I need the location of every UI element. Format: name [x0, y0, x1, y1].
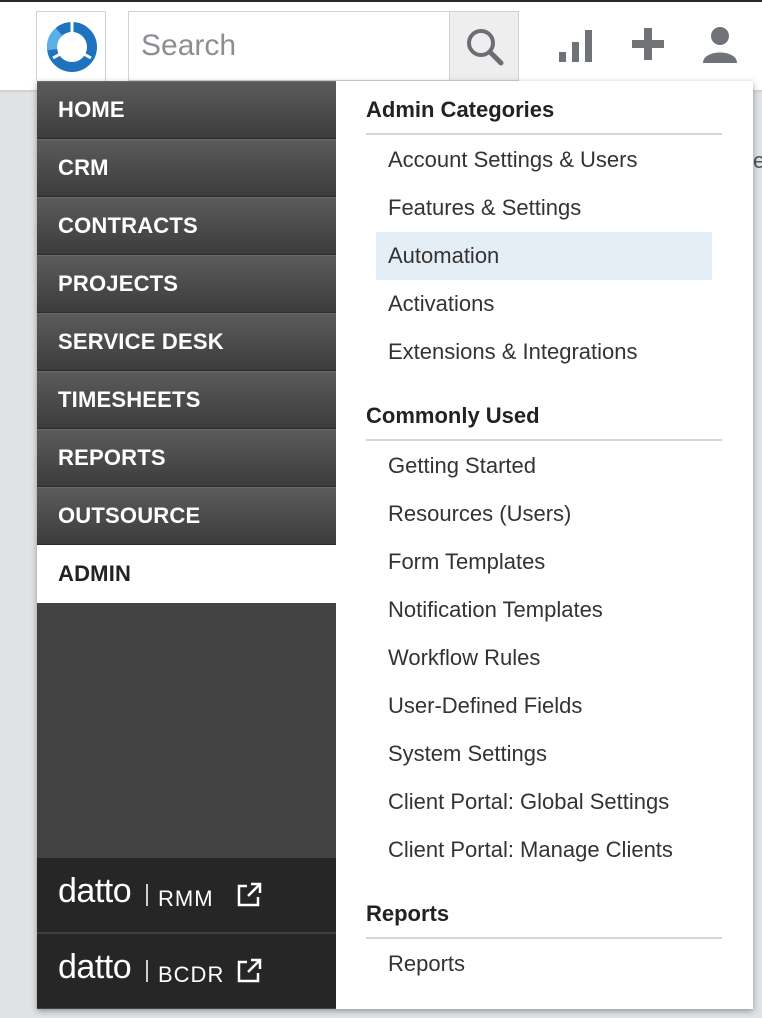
app-logo-button[interactable] — [36, 11, 106, 81]
admin-link-client-portal-manage[interactable]: Client Portal: Manage Clients — [376, 826, 712, 874]
divider — [146, 884, 148, 906]
search-button[interactable] — [449, 11, 519, 81]
nav-item-reports[interactable]: REPORTS — [37, 429, 336, 487]
divider — [146, 960, 148, 982]
nav-item-projects[interactable]: PROJECTS — [37, 255, 336, 313]
admin-link-getting-started[interactable]: Getting Started — [376, 442, 712, 490]
admin-link-resources-users[interactable]: Resources (Users) — [376, 490, 712, 538]
admin-link-notification-templates[interactable]: Notification Templates — [376, 586, 712, 634]
logo-icon — [47, 22, 97, 72]
datto-product-label: RMM — [158, 886, 214, 911]
datto-rmm-link[interactable]: datto RMM — [37, 858, 336, 934]
admin-link-extensions-integrations[interactable]: Extensions & Integrations — [376, 328, 712, 376]
user-icon[interactable] — [700, 24, 740, 64]
plus-icon[interactable] — [628, 24, 668, 64]
section-heading-commonly-used: Commonly Used — [366, 401, 722, 441]
nav-item-admin[interactable]: ADMIN — [37, 545, 336, 603]
external-link-icon — [237, 882, 262, 907]
nav-item-contracts[interactable]: CONTRACTS — [37, 197, 336, 255]
admin-link-reports[interactable]: Reports — [376, 940, 712, 988]
admin-link-workflow-rules[interactable]: Workflow Rules — [376, 634, 712, 682]
admin-link-account-settings[interactable]: Account Settings & Users — [376, 136, 712, 184]
admin-link-client-portal-global[interactable]: Client Portal: Global Settings — [376, 778, 712, 826]
datto-brand: datto — [58, 948, 132, 986]
nav-item-timesheets[interactable]: TIMESHEETS — [37, 371, 336, 429]
datto-product-label: BCDR — [158, 962, 225, 987]
nav-item-outsource[interactable]: OUTSOURCE — [37, 487, 336, 545]
section-heading-reports: Reports — [366, 899, 722, 939]
admin-link-form-templates[interactable]: Form Templates — [376, 538, 712, 586]
section-heading-admin-categories: Admin Categories — [366, 95, 722, 135]
navigation-dropdown: HOME CRM CONTRACTS PROJECTS SERVICE DESK… — [37, 81, 753, 1009]
datto-bcdr-link[interactable]: datto BCDR — [37, 934, 336, 1008]
admin-link-system-settings[interactable]: System Settings — [376, 730, 712, 778]
search-input[interactable] — [128, 11, 450, 81]
admin-link-automation[interactable]: Automation — [376, 232, 712, 280]
external-link-icon — [237, 958, 262, 983]
main-nav: HOME CRM CONTRACTS PROJECTS SERVICE DESK… — [37, 81, 336, 1009]
admin-link-user-defined-fields[interactable]: User-Defined Fields — [376, 682, 712, 730]
datto-brand: datto — [58, 872, 132, 910]
search-icon — [467, 29, 504, 66]
nav-item-service-desk[interactable]: SERVICE DESK — [37, 313, 336, 371]
nav-item-crm[interactable]: CRM — [37, 139, 336, 197]
nav-item-home[interactable]: HOME — [37, 81, 336, 139]
admin-link-activations[interactable]: Activations — [376, 280, 712, 328]
admin-link-features-settings[interactable]: Features & Settings — [376, 184, 712, 232]
bar-chart-icon[interactable] — [556, 24, 596, 64]
background-content: es — [753, 148, 762, 173]
